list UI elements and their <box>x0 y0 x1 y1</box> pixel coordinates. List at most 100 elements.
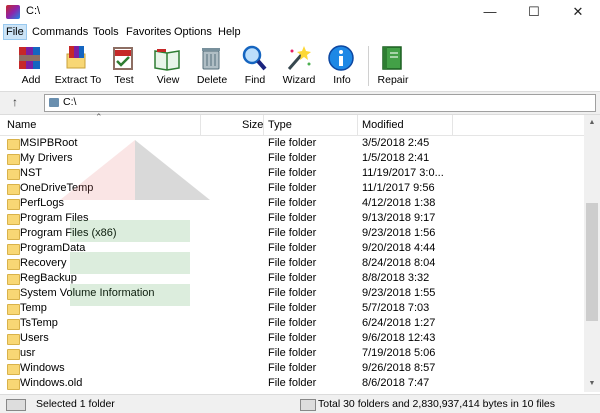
repair-button[interactable]: Repair <box>365 44 421 88</box>
drive-icon <box>49 98 59 107</box>
table-row[interactable]: Windows.old File folder 8/6/2018 7:47 <box>0 376 584 391</box>
file-name: ProgramData <box>20 242 86 254</box>
column-divider[interactable] <box>200 115 201 135</box>
file-list-header: ⌃ Name Size Type Modified <box>0 112 584 136</box>
extract-icon <box>66 46 86 69</box>
column-divider[interactable] <box>263 115 264 135</box>
file-name: Windows.old <box>20 377 83 389</box>
file-name: System Volume Information <box>20 287 155 299</box>
toolbar: Add Extract To Test View Delete Find Wiz… <box>0 42 600 90</box>
file-type: File folder <box>268 212 317 224</box>
menu-file[interactable]: File <box>3 24 27 40</box>
file-modified: 11/19/2017 3:0... <box>362 167 444 179</box>
file-name: Recovery <box>20 257 67 269</box>
folder-icon <box>7 319 20 330</box>
table-row[interactable]: MSIPBRoot File folder 3/5/2018 2:45 <box>0 136 584 151</box>
table-row[interactable]: Recovery File folder 8/24/2018 8:04 <box>0 256 584 271</box>
file-name: TsTemp <box>20 317 58 329</box>
menu-commands[interactable]: Commands <box>32 26 88 38</box>
file-name: NST <box>20 167 42 179</box>
status-bar: Selected 1 folder Total 30 folders and 2… <box>0 394 600 413</box>
table-row[interactable]: Program Files (x86) File folder 9/23/2018 … <box>0 226 584 241</box>
path-text: C:\ <box>63 96 77 108</box>
maximize-button[interactable]: ☐ <box>512 0 556 24</box>
info-button[interactable]: Info <box>314 44 370 88</box>
minimize-button[interactable]: — <box>468 0 512 24</box>
vertical-scrollbar[interactable]: ▲ ▼ <box>584 115 600 392</box>
test-icon <box>113 47 133 70</box>
file-type: File folder <box>268 347 317 359</box>
file-modified: 9/6/2018 12:43 <box>362 332 436 344</box>
window-title: C:\ <box>26 5 41 17</box>
scroll-down-icon[interactable]: ▼ <box>584 376 600 392</box>
drive-status-icon[interactable] <box>6 399 26 411</box>
winrar-app-icon[interactable] <box>6 5 20 19</box>
folder-icon <box>7 139 20 150</box>
file-type: File folder <box>268 332 317 344</box>
view-book-icon <box>154 49 180 71</box>
table-row[interactable]: OneDriveTemp File folder 11/1/2017 9:56 <box>0 181 584 196</box>
file-type: File folder <box>268 167 317 179</box>
table-row[interactable]: Program Files File folder 9/13/2018 9:17 <box>0 211 584 226</box>
table-row[interactable]: NST File folder 11/19/2017 3:0... <box>0 166 584 181</box>
folder-icon <box>7 334 20 345</box>
archive-status-icon <box>300 399 316 411</box>
file-type: File folder <box>268 257 317 269</box>
table-row[interactable]: Windows File folder 9/26/2018 8:57 <box>0 361 584 376</box>
column-divider[interactable] <box>452 115 453 135</box>
folder-icon <box>7 379 20 390</box>
file-name: PerfLogs <box>20 197 65 209</box>
status-selection: Selected 1 folder <box>36 398 115 410</box>
folder-icon <box>7 169 20 180</box>
table-row[interactable]: RegBackup File folder 8/8/2018 3:32 <box>0 271 584 286</box>
menu-favorites[interactable]: Favorites <box>126 26 171 38</box>
file-name: OneDriveTemp <box>20 182 94 194</box>
table-row[interactable]: Temp File folder 5/7/2018 7:03 <box>0 301 584 316</box>
file-type: File folder <box>268 317 317 329</box>
menu-options[interactable]: Options <box>174 26 212 38</box>
column-size[interactable]: Size <box>242 115 263 135</box>
menu-help[interactable]: Help <box>218 26 241 38</box>
file-modified: 9/20/2018 4:44 <box>362 242 436 254</box>
table-row[interactable]: System Volume Information File folder 9/23… <box>0 286 584 301</box>
scroll-up-icon[interactable]: ▲ <box>584 115 600 131</box>
folder-icon <box>7 214 20 225</box>
file-modified: 5/7/2018 7:03 <box>362 302 430 314</box>
table-row[interactable]: ProgramData File folder 9/20/2018 4:44 <box>0 241 584 256</box>
column-name[interactable]: Name <box>7 115 36 135</box>
scroll-thumb[interactable] <box>586 203 598 321</box>
close-button[interactable]: ✕ <box>556 0 600 24</box>
table-row[interactable]: My Drivers File folder 1/5/2018 2:41 <box>0 151 584 166</box>
file-modified: 9/23/2018 1:55 <box>362 287 436 299</box>
file-name: Users <box>20 332 49 344</box>
file-modified: 6/24/2018 1:27 <box>362 317 436 329</box>
column-divider[interactable] <box>357 115 358 135</box>
file-name: My Drivers <box>20 152 73 164</box>
sort-ascending-icon: ⌃ <box>95 112 103 122</box>
path-input[interactable]: C:\ <box>44 94 596 112</box>
menu-tools[interactable]: Tools <box>93 26 119 38</box>
file-modified: 8/6/2018 7:47 <box>362 377 430 389</box>
up-folder-button[interactable]: ↑ <box>12 95 18 109</box>
table-row[interactable]: usr File folder 7/19/2018 5:06 <box>0 346 584 361</box>
folder-icon <box>7 259 20 270</box>
folder-icon <box>7 229 20 240</box>
file-modified: 9/13/2018 9:17 <box>362 212 436 224</box>
folder-icon <box>7 274 20 285</box>
address-bar: ↑ C:\ <box>0 91 600 115</box>
folder-icon <box>7 244 20 255</box>
table-row[interactable]: PerfLogs File folder 4/12/2018 1:38 <box>0 196 584 211</box>
file-type: File folder <box>268 197 317 209</box>
column-modified[interactable]: Modified <box>362 115 404 135</box>
file-type: File folder <box>268 272 317 284</box>
file-name: usr <box>20 347 36 359</box>
file-modified: 11/1/2017 9:56 <box>362 182 435 194</box>
table-row[interactable]: Users File folder 9/6/2018 12:43 <box>0 331 584 346</box>
table-row[interactable]: TsTemp File folder 6/24/2018 1:27 <box>0 316 584 331</box>
magnifier-icon <box>242 45 267 71</box>
column-type[interactable]: Type <box>268 115 292 135</box>
folder-icon <box>7 304 20 315</box>
menu-bar: File Commands Tools Favorites Options He… <box>0 24 600 42</box>
file-name: MSIPBRoot <box>20 137 78 149</box>
file-type: File folder <box>268 287 317 299</box>
